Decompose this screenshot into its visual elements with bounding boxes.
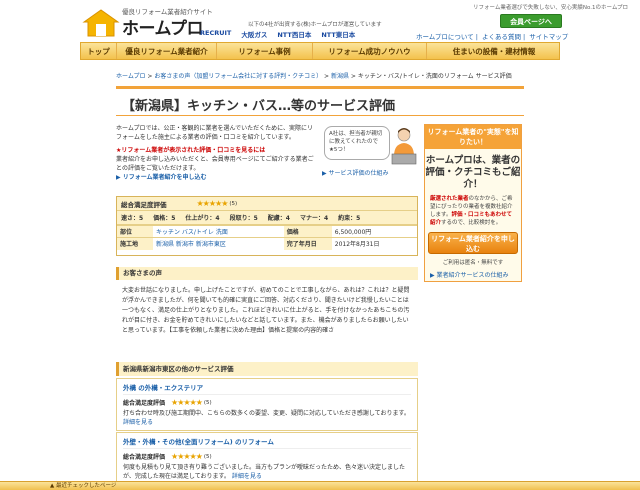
service-rating-label: 総合満足度評価 (123, 454, 166, 461)
side-body-2: するので、比較検討を。 (441, 220, 502, 226)
value-location[interactable]: 新潟県 新潟市 新潟市東区 (153, 237, 284, 250)
intro-notice: ★リフォーム業者が表示された評価・口コミを見るには 業者紹介をお申し込みいただく… (116, 146, 316, 182)
breadcrumb-voice[interactable]: お客さまの声（加盟リフォーム会社に対する評判・クチコミ） (154, 73, 322, 80)
about-link[interactable]: ホームプロについて (416, 33, 474, 41)
service-score: (5) (203, 399, 212, 406)
service-card-text: 打ち合わせ時及び施工期間中、こちらの数多くの要望、変更、疑問に対応していただき感… (123, 409, 411, 427)
value-part[interactable]: キッチン バス/トイレ 洗面 (153, 225, 284, 238)
site-logo-text[interactable]: ホームプロ (122, 14, 203, 39)
other-services-heading: 新潟県新潟市東区の他のサービス評価 (116, 362, 418, 376)
breadcrumb: ホームプロ > お客さまの声（加盟リフォーム会社に対する評判・クチコミ） > 新… (116, 73, 512, 80)
overall-rating-row: 総合満足度評価 ★★★★★ (5) (117, 197, 417, 211)
sub-ratings-row: 速さ：5 価格：5 仕上がり：4 段取り：5 配慮：4 マナー：4 約束：5 (117, 211, 417, 225)
nav-item-1[interactable]: 優良リフォーム業者紹介 (117, 43, 217, 59)
main-nav: トップ 優良リフォーム業者紹介 リフォーム事例 リフォーム成功ノウハウ 住まいの設備・建… (80, 42, 560, 60)
service-card: 外構 の外構・エクステリア 総合満足度評価 ★★★★★ (5) 打ち合わせ時及び… (116, 378, 418, 431)
service-card-text: 何度も見積もり見て頂き有り難うございました。当方もプランが曖昧だったため、色々迷… (123, 463, 411, 481)
star-rating-icon: ★★★★★ (171, 398, 203, 407)
service-mechanism-label: 業者紹介サービスの仕組み (436, 272, 509, 279)
nav-item-4[interactable]: 住まいの設備・建材情報 (427, 43, 561, 59)
top-right-tagline: リフォーム業者選びで失敗しない、安心実績No.1のホームプロ (473, 5, 628, 11)
star-rating-icon: ★★★★★ (196, 199, 229, 208)
ntt-west-logo: NTT西日本 (277, 31, 312, 39)
nav-item-3[interactable]: リフォーム成功ノウハウ (313, 43, 427, 59)
service-card-title[interactable]: 外壁・外構・その他(全面リフォーム) のリフォーム (123, 436, 411, 449)
person-at-laptop-icon (391, 128, 417, 165)
sub-rating-3: 段取り：5 (229, 215, 258, 222)
info-table: 部位 キッチン バス/トイレ 洗面 価格 6,500,000円 施工地 新潟県 … (117, 225, 417, 250)
side-red-1: 厳選された業者 (430, 196, 469, 202)
sponsor-text: 以下の4社が出資する(株)ホームプロが運営しています (248, 22, 382, 28)
service-card-title[interactable]: 外構 の外構・エクステリア (123, 382, 411, 395)
breadcrumb-current: キッチン・バス/トイレ・洗面のリフォーム サービス評価 (357, 73, 512, 80)
service-mechanism-link[interactable]: ▶ 業者紹介サービスの仕組み (430, 270, 509, 279)
house-logo-icon[interactable] (82, 8, 120, 38)
rating-box: 総合満足度評価 ★★★★★ (5) 速さ：5 価格：5 仕上がり：4 段取り：5 配慮：… (116, 196, 418, 256)
value-date: 2012年8月31日 (331, 237, 417, 250)
detail-link[interactable]: 詳細を見る (232, 473, 262, 480)
service-card: 外壁・外構・その他(全面リフォーム) のリフォーム 総合満足度評価 ★★★★★ … (116, 432, 418, 485)
label-price: 価格 (283, 225, 332, 238)
intro-text: ホームプロでは、公正・客観的に業者を選んでいただくために、実際にリフォームをした… (116, 125, 313, 141)
nav-item-0[interactable]: トップ (81, 43, 117, 59)
service-card-comment: 打ち合わせ時及び施工期間中、こちらの数多くの要望、変更、疑問に対応していただき感… (123, 410, 410, 417)
side-promo-text: 厳選された業者のなかから、ご希望にぴったりの業者を複数社紹介します。評価・口コミ… (425, 191, 521, 227)
overall-rating-label: 総合満足度評価 (121, 200, 167, 209)
sponsor-logos: RECRUIT 大阪ガス NTT西日本 NTT東日本 (200, 29, 355, 39)
rating-mechanism-label: サービス評価の仕組み (328, 170, 389, 177)
speech-bubble: A社は、担当者が親切に教えてくれたので★5つ！ (324, 126, 390, 160)
header: 優良リフォーム業者紹介サイト ホームプロ 以下の4社が出資する(株)ホームプロが… (0, 0, 640, 41)
top-links: ホームプロについて | よくある質問 | サイトマップ (416, 33, 569, 41)
value-price: 6,500,000円 (331, 225, 417, 238)
side-promo-title: ホームプロは、業者の評価・クチコミもご紹介！ (425, 155, 521, 190)
sub-rating-0: 速さ：5 (121, 215, 144, 222)
member-page-button[interactable]: 会員ページへ (500, 14, 562, 28)
service-score: (5) (203, 453, 212, 460)
customer-voice-body: 大変お世話になりました。申し上げたことですが、初めてのことで工事しながら、あれは… (122, 287, 410, 334)
table-row: 施工地 新潟県 新潟市 新潟市東区 完了年月日 2012年8月31日 (117, 237, 417, 250)
nav-item-2[interactable]: リフォーム事例 (217, 43, 313, 59)
label-location: 施工地 (117, 237, 153, 250)
intro-notice-body: 業者紹介をお申し込みいただくと、会員専用ページにてご紹介する業者ごとの評価をご覧… (116, 156, 314, 172)
page-title: 【新潟県】キッチン・バス…等のサービス評価 (122, 99, 396, 114)
sub-rating-1: 価格：5 (153, 215, 176, 222)
service-card-rating: 総合満足度評価 ★★★★★ (5) (123, 398, 411, 407)
sub-rating-2: 仕上がり：4 (185, 215, 220, 222)
free-note: ご利用は匿名・無料です (442, 260, 504, 266)
page-title-bar: 【新潟県】キッチン・バス…等のサービス評価 (116, 86, 524, 116)
ntt-east-logo: NTT東日本 (321, 31, 356, 39)
side-promo-heading: リフォーム業者の"実態"を知りたい！ (425, 125, 521, 149)
table-row: 部位 キッチン バス/トイレ 洗面 価格 6,500,000円 (117, 225, 417, 238)
detail-link[interactable]: 詳細を見る (123, 419, 153, 426)
breadcrumb-home[interactable]: ホームプロ (116, 73, 145, 80)
faq-link[interactable]: よくある質問 (482, 33, 521, 41)
service-rating-label: 総合満足度評価 (123, 400, 166, 407)
location-link[interactable]: 新潟県 新潟市 新潟市東区 (156, 241, 226, 248)
sub-rating-6: 約束：5 (338, 215, 361, 222)
osaka-gas-logo: 大阪ガス (241, 31, 268, 39)
side-promo-box: リフォーム業者の"実態"を知りたい！ ホームプロは、業者の評価・クチコミもご紹介… (424, 124, 522, 282)
intro-notice-heading: ★リフォーム業者が表示された評価・口コミを見るには (116, 147, 266, 154)
customer-voice-heading: お客さまの声 (116, 267, 418, 280)
breadcrumb-pref[interactable]: 新潟県 (331, 73, 349, 80)
sub-rating-4: 配慮：4 (267, 215, 290, 222)
apply-link[interactable]: ▶ リフォーム業者紹介を申し込む (116, 173, 316, 182)
part-link[interactable]: キッチン バス/トイレ 洗面 (156, 229, 228, 236)
apply-cta-button[interactable]: リフォーム業者紹介を申し込む (428, 232, 518, 254)
sitemap-link[interactable]: サイトマップ (529, 33, 568, 41)
label-date: 完了年月日 (283, 237, 332, 250)
recruit-logo: RECRUIT (200, 29, 232, 37)
recent-pages-label: 最近チェックしたページ (55, 483, 117, 489)
overall-score: (5) (229, 200, 238, 207)
sub-rating-5: マナー：4 (299, 215, 329, 222)
apply-link-label: リフォーム業者紹介を申し込む (122, 174, 207, 181)
star-rating-icon: ★★★★★ (171, 452, 203, 461)
label-part: 部位 (117, 225, 153, 238)
service-card-comment: 何度も見積もり見て頂き有り難うございました。当方もプランが曖昧だったため、色々迷… (123, 464, 406, 480)
service-card-rating: 総合満足度評価 ★★★★★ (5) (123, 452, 411, 461)
chevron-right-icon: ▶ (116, 174, 123, 181)
rating-mechanism-link[interactable]: ▶ サービス評価の仕組み (322, 168, 389, 177)
recent-pages-bar[interactable]: ▲ 最近チェックしたページ (0, 481, 640, 490)
